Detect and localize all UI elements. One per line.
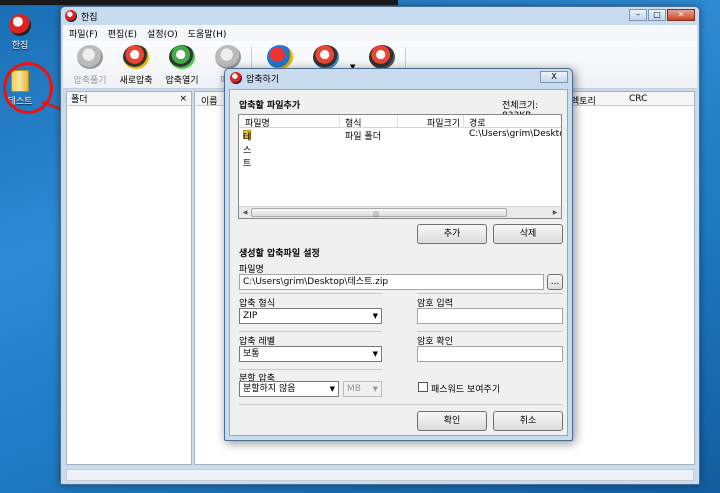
archive-settings-section-title: 생성할 압축파일 설정 [239,249,320,259]
folder-panel-header: 폴더 × [67,92,191,106]
column-crc[interactable]: CRC [629,94,647,104]
open-archive-icon [169,45,195,69]
menu-edit[interactable]: 편집(E) [108,27,137,40]
menu-help[interactable]: 도움말(H) [188,27,227,40]
level-select[interactable]: 보통 ▼ [239,346,382,362]
folder-panel-title: 폴더 [71,95,88,105]
main-title-bar[interactable]: 한집 [61,7,699,25]
split-select[interactable]: 분할하지 않음 ▼ [239,381,339,397]
status-bar [66,469,694,481]
app-icon [230,72,242,84]
browse-button[interactable]: ... [547,274,563,290]
scroll-right-icon[interactable]: ▶ [549,207,561,218]
list-item[interactable]: 테스트 파일 폴더 C:\Users\grim\Desktop\ [239,128,561,169]
maximize-button[interactable]: □ [648,9,666,21]
folder-panel-close-icon[interactable]: × [179,94,187,104]
close-button[interactable]: ✕ [667,9,695,21]
column-name[interactable]: 이름 [201,94,218,107]
add-file-list-header: 파일명 형식 파일크기 경로 [239,115,561,129]
filename-input[interactable]: C:\Users\grim\Desktop\테스트.zip [239,274,544,290]
delete-button[interactable]: 삭제 [493,224,563,244]
unzip-button[interactable]: 압축풀기 [65,45,115,86]
scrollbar-thumb[interactable]: ||| [251,208,507,218]
cancel-button[interactable]: 취소 [493,411,563,431]
new-archive-button[interactable]: 새로압축 [111,45,161,86]
column-directory[interactable]: 렉토리 [571,94,596,107]
view-icon [313,45,339,69]
add-files-section-title: 압축할 파일추가 [239,101,301,111]
desktop-icon-hanzip[interactable]: 한집 [0,14,40,51]
split-value: 분할하지 않음 [243,384,296,394]
file-path: C:\Users\grim\Desktop\ [469,129,561,139]
desktop-icon-label: 한집 [11,41,29,51]
chevron-down-icon: ▼ [372,385,378,393]
open-archive-button[interactable]: 압축열기 [157,45,207,86]
password-input[interactable] [417,308,563,324]
hanzip-app-icon [9,14,31,36]
options-icon [267,45,293,69]
unzip-icon [77,45,103,69]
split-unit-select[interactable]: MB ▼ [343,381,382,397]
ok-button[interactable]: 확인 [417,411,487,431]
new-archive-icon [123,45,149,69]
show-password-label: 패스워드 보여주기 [431,385,501,395]
chevron-down-icon: ▼ [329,385,335,393]
password-confirm-input[interactable] [417,346,563,362]
file-icon [215,45,241,69]
dialog-title-bar[interactable]: 압축하기 [225,69,572,87]
horizontal-scrollbar[interactable]: ◀ ||| ▶ [239,206,561,218]
format-select[interactable]: ZIP ▼ [239,308,382,324]
app-icon [65,10,77,22]
scroll-left-icon[interactable]: ◀ [239,207,251,218]
dialog-body: 압축할 파일추가 전체크기: 833KB 파일명 형식 파일크기 경로 테스트 … [229,89,568,436]
minimize-button[interactable]: – [629,9,647,21]
show-password-checkbox[interactable] [418,382,428,392]
menu-file[interactable]: 파일(F) [69,27,98,40]
add-button[interactable]: 추가 [417,224,487,244]
format-value: ZIP [243,311,258,321]
compress-dialog: 압축하기 X 압축할 파일추가 전체크기: 833KB 파일명 형식 파일크기 … [224,68,573,441]
dialog-close-button[interactable]: X [540,71,568,83]
window-title: 한집 [81,12,98,23]
chevron-down-icon: ▼ [372,312,378,320]
exit-icon [369,45,395,69]
file-type: 파일 폴더 [345,132,381,142]
chevron-down-icon: ▼ [372,350,378,358]
level-value: 보통 [243,349,260,359]
dialog-title: 압축하기 [246,74,280,85]
menu-bar: 파일(F) 편집(E) 설정(O) 도움말(H) [63,25,697,41]
menu-settings[interactable]: 설정(O) [147,27,178,40]
scrollbar-grip-icon: ||| [373,211,380,218]
add-file-list[interactable]: 파일명 형식 파일크기 경로 테스트 파일 폴더 C:\Users\grim\D… [238,114,562,219]
folder-panel: 폴더 × [66,91,192,465]
file-name: 테스트 [243,133,252,169]
split-unit-value: MB [347,384,361,394]
